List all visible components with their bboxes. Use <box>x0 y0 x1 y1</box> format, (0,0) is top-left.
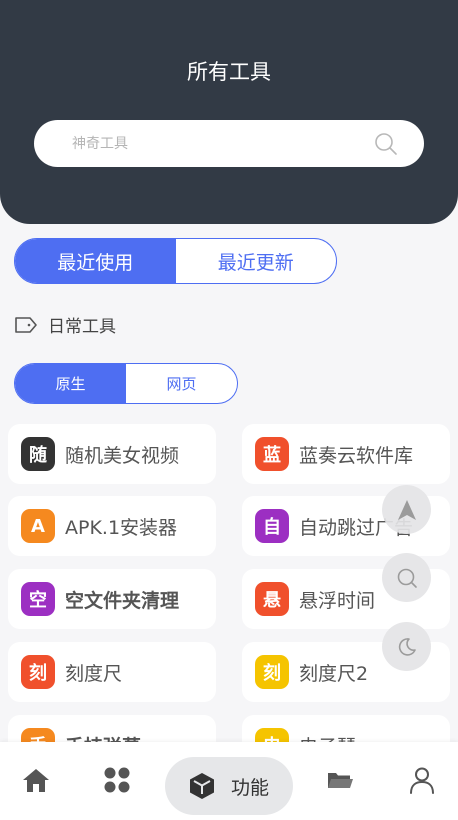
nav-files[interactable] <box>322 760 358 800</box>
home-icon <box>23 769 49 792</box>
tool-badge: 空 <box>21 582 55 616</box>
tool-name: 电子琴 <box>299 732 356 743</box>
category-header: 日常工具 <box>14 312 116 337</box>
tool-badge: 悬 <box>255 582 289 616</box>
scroll-top-button[interactable] <box>382 485 431 534</box>
tab-native[interactable]: 原生 <box>15 364 126 403</box>
moon-icon <box>398 637 416 656</box>
tool-name: APK.1安装器 <box>65 516 178 539</box>
tool-name: 刻度尺2 <box>299 662 369 685</box>
search-icon[interactable] <box>374 132 398 156</box>
folder-icon <box>328 773 353 788</box>
search-input[interactable] <box>72 132 352 156</box>
tool-name: 手持弹幕 <box>65 732 141 743</box>
tool-name: 悬浮时间 <box>299 589 376 612</box>
nav-home[interactable] <box>18 760 54 800</box>
grid-icon <box>104 767 130 793</box>
navigation-arrow-icon <box>397 499 416 520</box>
tool-badge: 随 <box>21 437 55 471</box>
tool-card[interactable]: 空 空文件夹清理 <box>8 569 216 629</box>
night-mode-button[interactable] <box>382 622 431 671</box>
tool-card[interactable]: 电 电子琴 <box>242 715 450 742</box>
tool-badge: 自 <box>255 509 289 543</box>
tool-name: 刻度尺 <box>65 662 123 685</box>
tag-icon <box>15 316 37 333</box>
bottom-nav: 功能 <box>0 742 458 820</box>
tool-badge: 电 <box>255 728 289 742</box>
user-icon <box>410 767 434 794</box>
nav-apps[interactable] <box>99 760 135 800</box>
page-title: 所有工具 <box>187 60 271 84</box>
tool-card[interactable]: 蓝 蓝奏云软件库 <box>242 424 450 484</box>
type-segmented-control: 原生 网页 <box>14 363 238 404</box>
search-box[interactable] <box>34 120 424 167</box>
tool-name: 随机美女视频 <box>65 444 180 467</box>
tab-recent-used[interactable]: 最近使用 <box>15 239 176 283</box>
search-icon <box>397 568 417 588</box>
tool-badge: 手 <box>21 728 55 742</box>
recent-segmented-control: 最近使用 最近更新 <box>14 238 337 284</box>
tool-card[interactable]: A APK.1安装器 <box>8 496 216 556</box>
nav-functions-label: 功能 <box>230 776 269 799</box>
tool-card[interactable]: 刻 刻度尺 <box>8 642 216 702</box>
tool-card[interactable]: 手 手持弹幕 <box>8 715 216 742</box>
tool-card[interactable]: 随 随机美女视频 <box>8 424 216 484</box>
header: 所有工具 <box>0 0 458 224</box>
tool-name: 空文件夹清理 <box>65 589 180 612</box>
tool-name: 蓝奏云软件库 <box>299 444 414 467</box>
floating-search-button[interactable] <box>382 553 431 602</box>
tool-badge: 刻 <box>21 655 55 689</box>
tab-recent-updated[interactable]: 最近更新 <box>176 239 337 283</box>
tool-badge: A <box>21 509 55 543</box>
tab-web[interactable]: 网页 <box>126 364 237 403</box>
nav-profile[interactable] <box>404 760 440 800</box>
tool-badge: 蓝 <box>255 437 289 471</box>
cube-icon <box>189 773 214 799</box>
category-label: 日常工具 <box>48 317 116 337</box>
tool-badge: 刻 <box>255 655 289 689</box>
nav-functions[interactable]: 功能 <box>165 757 293 815</box>
